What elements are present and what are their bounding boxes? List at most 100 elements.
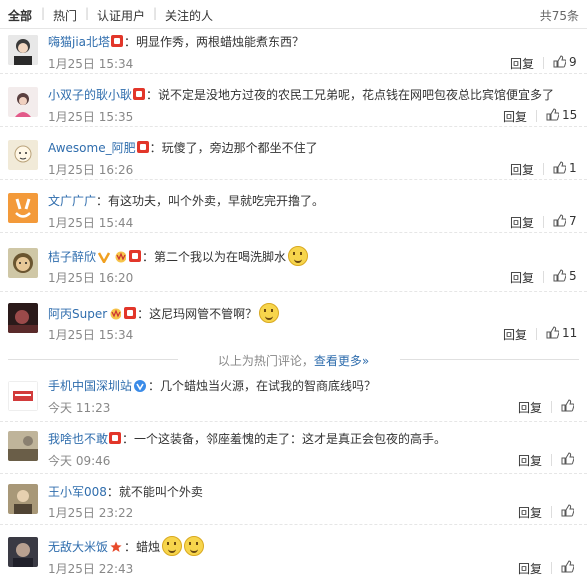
avatar[interactable]: [8, 537, 38, 567]
avatar[interactable]: [8, 35, 38, 65]
star-badge-icon[interactable]: [110, 541, 122, 553]
comment-row: Awesome_阿肥 ：玩傻了，旁边那个都坐不住了 1月25日 16:26 回复 …: [0, 126, 587, 180]
like-button[interactable]: 1: [553, 161, 577, 175]
thumbs-up-icon: [553, 55, 566, 68]
member-badge-icon[interactable]: [111, 35, 124, 47]
comment-row: 阿丙Super ：这尼玛网管不管啊？ 1月25日 15:34 回复 11: [0, 291, 587, 345]
username[interactable]: 小双子的耿小耿: [48, 88, 132, 102]
avatar[interactable]: [8, 484, 38, 514]
avatar-image: [8, 248, 38, 278]
username[interactable]: 桔子醉欣: [48, 250, 96, 264]
username[interactable]: Awesome_阿肥: [48, 141, 136, 155]
comment-text: ：第二个我以为在喝洗脚水: [142, 250, 287, 264]
like-button[interactable]: 15: [546, 108, 577, 122]
tab-divider: |: [153, 6, 158, 20]
vip-crown-icon[interactable]: [114, 251, 127, 263]
see-more-link[interactable]: 查看更多»: [314, 354, 369, 368]
comment-time: 1月25日 16:20: [48, 271, 134, 285]
reply-link[interactable]: 回复: [503, 326, 527, 343]
reply-link[interactable]: 回复: [510, 161, 534, 178]
comment-time: 1月25日 22:43: [48, 562, 134, 576]
comment-text: ：一个这装备，邻座羞愧的走了：这才是真正会包夜的高手。: [122, 432, 447, 446]
member-badge-icon[interactable]: [109, 432, 122, 444]
username[interactable]: 手机中国深圳站: [48, 379, 132, 393]
avatar[interactable]: [8, 140, 38, 170]
thumbs-up-icon: [561, 560, 574, 573]
thumbs-up-icon: [561, 399, 574, 412]
tab-all[interactable]: 全部: [8, 7, 32, 24]
like-button[interactable]: [561, 452, 577, 466]
username[interactable]: 文广广广: [48, 194, 96, 208]
like-button[interactable]: [561, 560, 577, 574]
like-count: 9: [569, 55, 577, 69]
reply-link[interactable]: 回复: [503, 108, 527, 125]
like-count: 5: [569, 269, 577, 283]
reply-link[interactable]: 回复: [510, 55, 534, 72]
reply-link[interactable]: 回复: [518, 399, 542, 416]
tab-hot[interactable]: 热门: [53, 7, 77, 24]
action-divider: [551, 506, 552, 518]
username[interactable]: 王小军008: [48, 485, 107, 499]
avatar[interactable]: [8, 303, 38, 333]
avatar-image: [8, 303, 38, 333]
member-badge-icon[interactable]: [129, 250, 142, 262]
reply-link[interactable]: 回复: [518, 560, 542, 577]
comment-time: 1月25日 23:22: [48, 506, 134, 520]
reply-link[interactable]: 回复: [518, 452, 542, 469]
hot-comments-divider: 以上为热门评论，查看更多»: [0, 352, 587, 369]
verified-v-icon[interactable]: [98, 251, 111, 263]
avatar[interactable]: [8, 431, 38, 461]
avatar[interactable]: [8, 248, 38, 278]
action-divider: [551, 562, 552, 574]
thinking-emoji-icon: [259, 303, 280, 323]
comment-time: 今天 09:46: [48, 454, 111, 468]
like-button[interactable]: 11: [546, 326, 577, 340]
thumbs-up-icon: [561, 452, 574, 465]
member-badge-icon[interactable]: [133, 88, 146, 100]
member-badge-icon[interactable]: [124, 307, 137, 319]
like-button[interactable]: 5: [553, 269, 577, 283]
surprised-emoji-icon: [162, 536, 183, 556]
avatar-image: [8, 140, 38, 170]
username[interactable]: 阿丙Super: [48, 307, 107, 321]
comment-text: ：明显作秀，两根蜡烛能煮东西？: [124, 35, 305, 49]
verified-v-icon[interactable]: [134, 380, 147, 392]
avatar-image: [8, 193, 38, 223]
comment-row: 文广广广：有这功夫，叫个外卖，早就吃完开撸了。 1月25日 15:44 回复 7: [0, 179, 587, 233]
reply-link[interactable]: 回复: [518, 504, 542, 521]
tab-divider: |: [41, 6, 46, 20]
username[interactable]: 嗨猫jia北塔: [48, 35, 110, 49]
action-divider: [536, 110, 537, 122]
avatar[interactable]: [8, 381, 38, 411]
like-button[interactable]: 9: [553, 55, 577, 69]
action-divider: [551, 454, 552, 466]
like-button[interactable]: [561, 399, 577, 413]
avatar-image: [8, 537, 38, 567]
like-count: 7: [569, 214, 577, 228]
comment-row: 我啥也不敢 ：一个这装备，邻座羞愧的走了：这才是真正会包夜的高手。 今天 09:4…: [0, 421, 587, 474]
comment-row: 桔子醉欣 ：第二个我以为在喝洗脚水 1月25日 16:20 回复 5: [0, 232, 587, 292]
like-button[interactable]: [561, 504, 577, 518]
action-divider: [536, 328, 537, 340]
avatar[interactable]: [8, 87, 38, 117]
reply-link[interactable]: 回复: [510, 269, 534, 286]
tab-verified-users[interactable]: 认证用户: [97, 7, 145, 24]
thumbs-up-icon: [546, 326, 559, 339]
reply-link[interactable]: 回复: [510, 214, 534, 231]
vip-crown-icon[interactable]: [109, 308, 122, 320]
like-button[interactable]: 7: [553, 214, 577, 228]
action-divider: [543, 57, 544, 69]
comment-text: ：有这功夫，叫个外卖，早就吃完开撸了。: [96, 194, 325, 208]
comment-text: ：玩傻了，旁边那个都坐不住了: [149, 141, 318, 155]
thumbs-up-icon: [546, 108, 559, 121]
thumbs-up-icon: [553, 269, 566, 282]
avatar[interactable]: [8, 193, 38, 223]
comment-time: 1月25日 15:34: [48, 57, 134, 71]
avatar-image: [8, 484, 38, 514]
member-badge-icon[interactable]: [136, 141, 149, 153]
comment-time: 1月25日 15:35: [48, 110, 134, 124]
username[interactable]: 我啥也不敢: [48, 432, 108, 446]
username[interactable]: 无敌大米饭: [48, 540, 108, 554]
tab-following[interactable]: 关注的人: [165, 7, 213, 24]
comment-text: ：就不能叫个外卖: [106, 485, 203, 499]
